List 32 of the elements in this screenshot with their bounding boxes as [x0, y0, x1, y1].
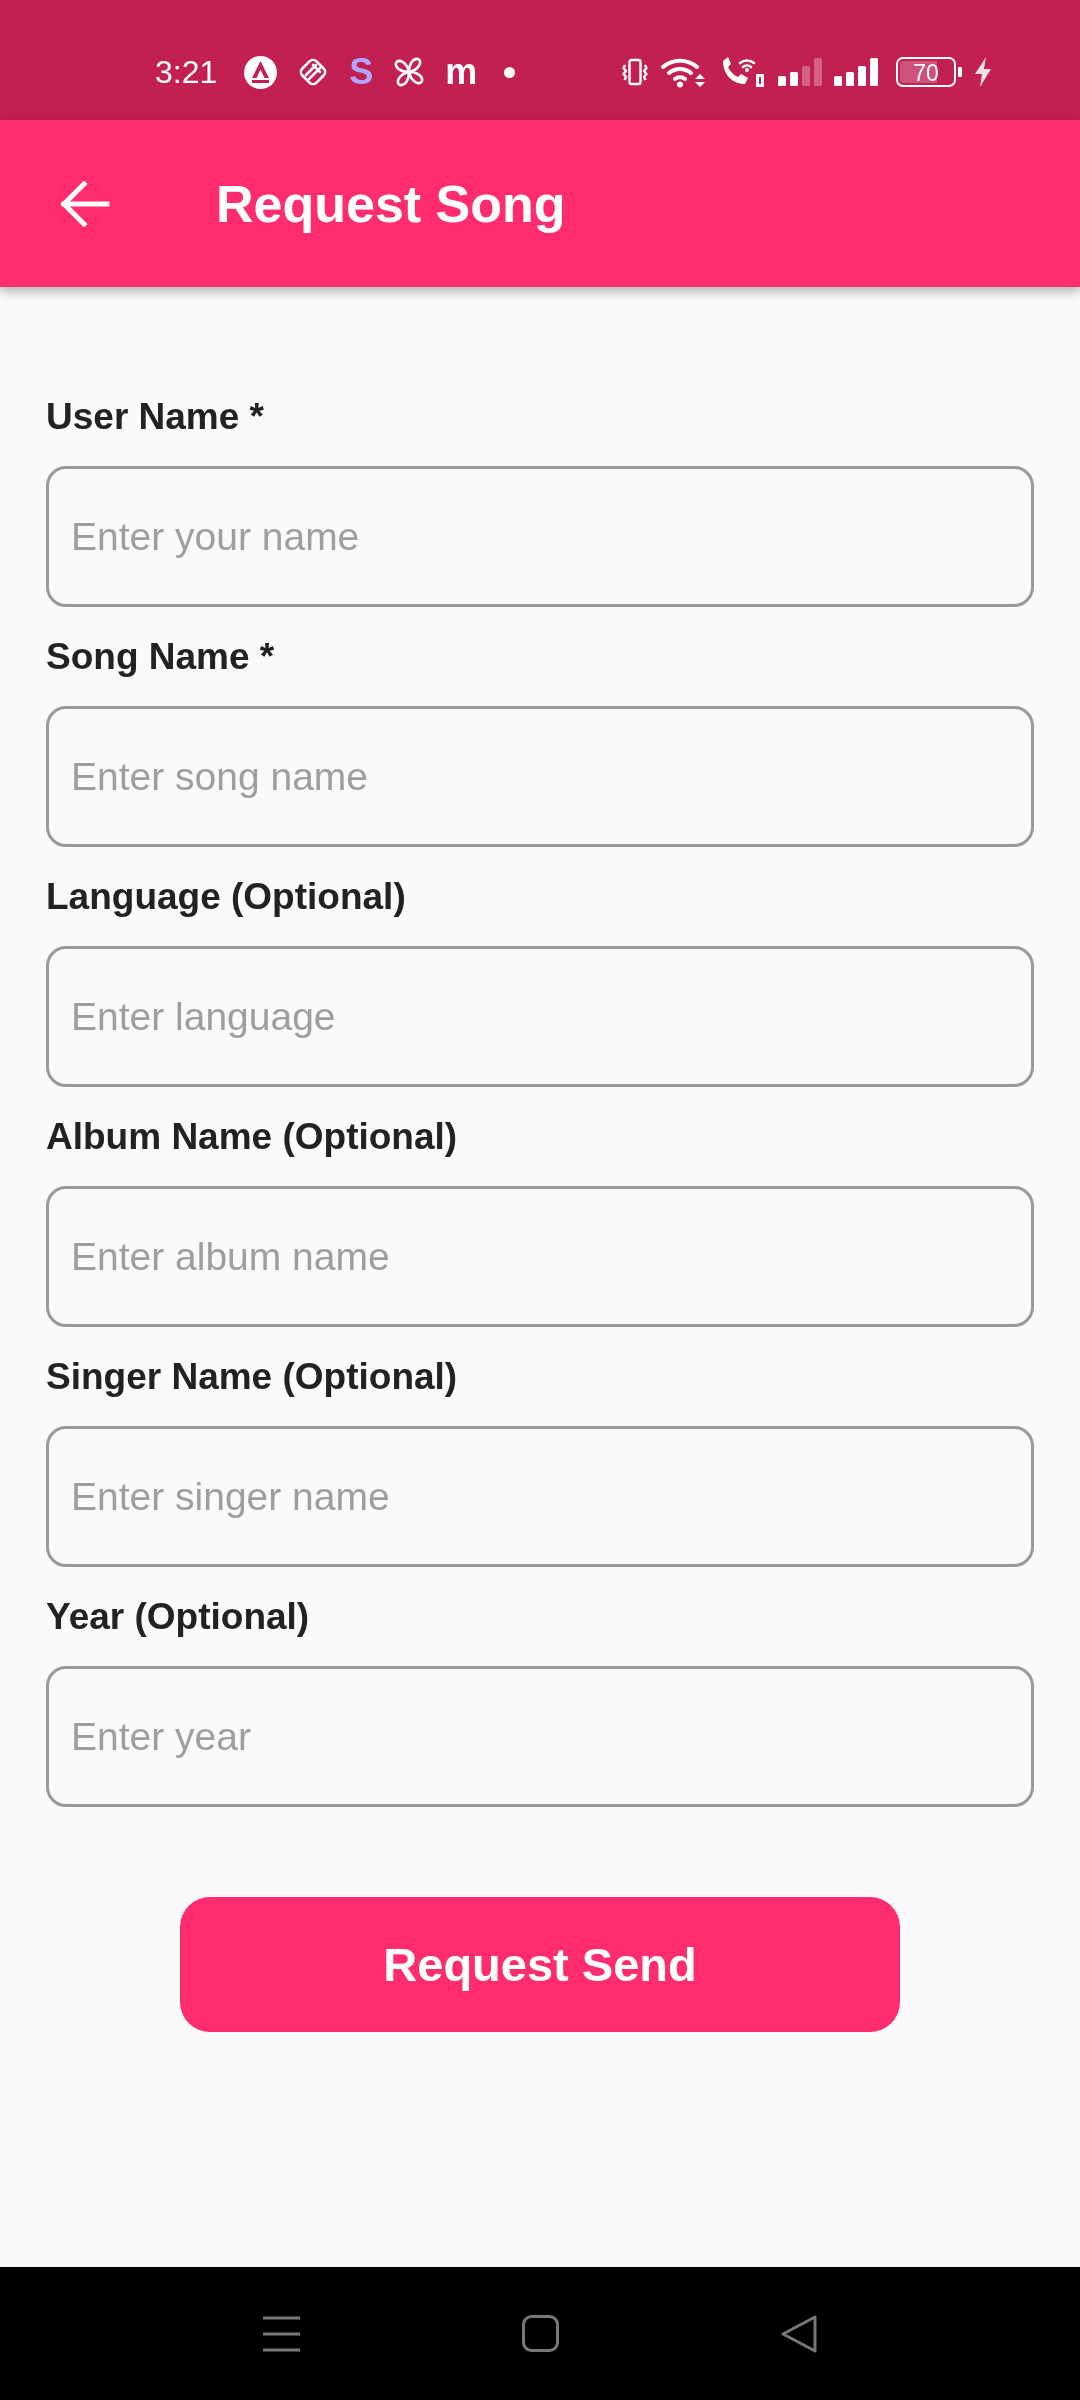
menu-icon	[263, 2315, 300, 2352]
submit-button[interactable]: Request Send	[180, 1897, 900, 2032]
charging-bolt-icon	[974, 57, 992, 87]
nav-menu-button[interactable]	[263, 2315, 300, 2352]
status-time: 3:21	[155, 54, 218, 90]
battery-indicator: 70	[896, 57, 962, 87]
signal-icon	[778, 58, 822, 86]
app-notification-letter: m	[445, 54, 478, 90]
input-field[interactable]: Enter album name	[46, 1186, 1034, 1327]
field-label: Year (Optional)	[46, 1595, 310, 1639]
vibrate-icon	[622, 58, 648, 86]
input-field[interactable]: Enter language	[46, 946, 1034, 1087]
input-field[interactable]: Enter song name	[46, 706, 1034, 847]
signal-icon	[834, 58, 878, 86]
input-field[interactable]: Enter singer name	[46, 1426, 1034, 1567]
input-field[interactable]: Enter year	[46, 1666, 1034, 1807]
app-notification-letter: S	[349, 54, 374, 90]
page-title: Request Song	[216, 173, 566, 234]
back-icon	[781, 2314, 817, 2353]
home-icon	[522, 2315, 559, 2352]
dot-icon	[504, 66, 516, 78]
field-label: Song Name *	[46, 635, 275, 679]
field-label: Album Name (Optional)	[46, 1115, 458, 1159]
input-field[interactable]: Enter your name	[46, 466, 1034, 607]
nav-home-button[interactable]	[522, 2315, 559, 2352]
field-label: Language (Optional)	[46, 875, 406, 919]
wifi-icon	[660, 56, 708, 88]
field-label: Singer Name (Optional)	[46, 1355, 458, 1399]
wifi-calling-icon	[720, 56, 766, 88]
a-logo-icon	[244, 55, 278, 89]
nav-back-button[interactable]	[781, 2314, 817, 2353]
field-label: User Name *	[46, 395, 264, 439]
